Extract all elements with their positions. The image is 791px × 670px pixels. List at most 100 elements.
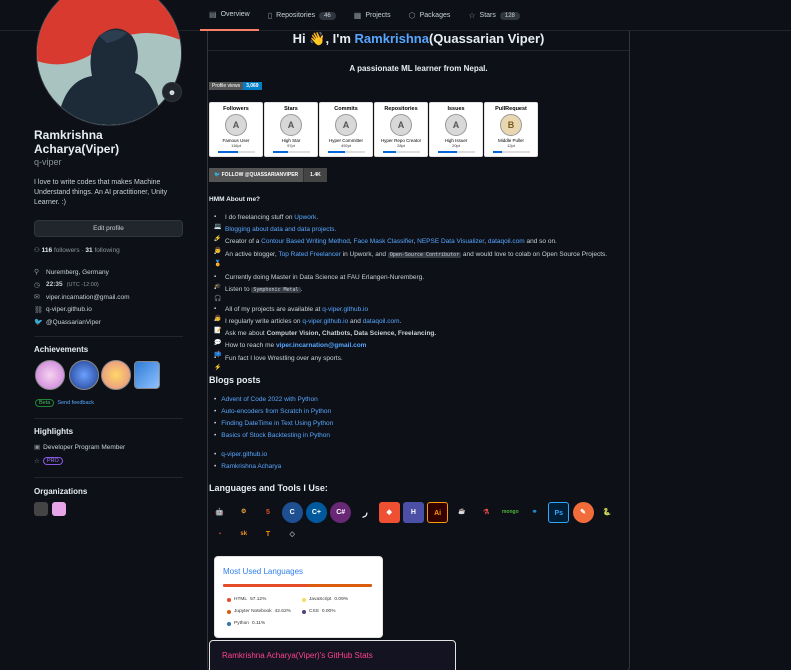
scikit-learn-icon[interactable]: sk bbox=[233, 524, 254, 545]
trophy-title: Issues bbox=[447, 106, 465, 112]
projects-site-link[interactable]: q-viper.github.io bbox=[322, 306, 368, 313]
beta-label: Beta bbox=[35, 399, 55, 407]
trophy-points: 116pt bbox=[231, 143, 241, 148]
achievement-quickdraw-badge[interactable] bbox=[101, 360, 131, 390]
email-link[interactable]: viper.incarnation@gmail.com bbox=[46, 294, 130, 301]
git-icon[interactable]: ◆ bbox=[378, 502, 400, 523]
profile-link[interactable]: Ramkrishna Acharya bbox=[221, 463, 281, 470]
cplusplus-icon[interactable]: C+ bbox=[305, 502, 327, 523]
html5-icon[interactable]: 5 bbox=[257, 502, 278, 523]
html-color-dot bbox=[227, 597, 231, 602]
trophy-title: Stars bbox=[284, 106, 298, 112]
achievement-pull-shark-badge[interactable] bbox=[134, 361, 160, 389]
css-color-dot bbox=[302, 609, 306, 614]
achievement-yolo-badge[interactable] bbox=[35, 360, 65, 390]
blog-post-link[interactable]: Auto-encoders from Scratch in Python bbox=[221, 408, 331, 415]
greeting-suffix: (Quassarian Viper) bbox=[428, 31, 545, 46]
twitter-icon: 🐦 bbox=[214, 172, 221, 178]
opencv-icon[interactable]: ⚭ bbox=[524, 502, 545, 523]
project-link[interactable]: dataqoil.com bbox=[488, 238, 525, 245]
python-color-dot bbox=[227, 621, 231, 626]
heroku-icon[interactable]: H bbox=[402, 502, 424, 523]
set-status-button[interactable]: ☻ bbox=[162, 82, 182, 102]
achievement-arctic-badge[interactable] bbox=[69, 360, 99, 390]
upwork-link[interactable]: Upwork bbox=[294, 214, 316, 221]
following-count[interactable]: 31 bbox=[85, 247, 92, 254]
illustrator-icon[interactable]: Ai bbox=[427, 502, 449, 523]
language-item: Python 0.11% bbox=[227, 621, 265, 626]
followers-label[interactable]: followers bbox=[54, 247, 80, 254]
blog-post-link[interactable]: Finding DateTime in Text Using Python bbox=[221, 420, 333, 427]
edit-profile-button[interactable]: Edit profile bbox=[34, 220, 183, 237]
tensorflow-icon[interactable]: T bbox=[257, 524, 278, 545]
test-tube-icon[interactable]: ⚗ bbox=[476, 502, 497, 523]
tab-label: Stars bbox=[479, 12, 496, 19]
tab-label: Packages bbox=[419, 12, 451, 19]
lang-name: CSS bbox=[309, 609, 319, 614]
site-link[interactable]: q-viper.github.io bbox=[221, 451, 267, 458]
views-count: 3,069 bbox=[243, 82, 262, 90]
tab-repositories[interactable]: ▯ Repositories 46 bbox=[259, 0, 345, 31]
send-feedback-link[interactable]: Send feedback bbox=[57, 400, 94, 406]
tab-overview[interactable]: ▤ Overview bbox=[200, 0, 259, 31]
twitter-follow-badge[interactable]: 🐦 FOLLOW @QUASSARIANVIPER 1.4K bbox=[209, 168, 327, 182]
blog-post-link[interactable]: Advent of Code 2022 with Python bbox=[221, 396, 317, 403]
pytorch-icon[interactable]: ◔ bbox=[209, 524, 230, 545]
csharp-icon[interactable]: C# bbox=[330, 502, 352, 523]
website-link[interactable]: q-viper.github.io bbox=[46, 306, 92, 313]
blog-post-link[interactable]: Basics of Stock Backtesting in Python bbox=[221, 432, 330, 439]
dataqoil-link[interactable]: dataqoil.com bbox=[363, 318, 400, 325]
mail-icon: ✉ bbox=[34, 294, 40, 302]
tab-packages[interactable]: ⬡ Packages bbox=[400, 0, 460, 31]
unity-icon[interactable]: ◇ bbox=[282, 524, 303, 545]
cursor-icon[interactable]: ◞ bbox=[354, 502, 375, 523]
about-item: ▪ ⚡ Fun fact I love Wrestling over any sp… bbox=[214, 354, 624, 373]
c-language-icon[interactable]: C bbox=[281, 502, 303, 523]
stars-count-badge: 128 bbox=[499, 11, 520, 20]
lang-percent: 57.12% bbox=[250, 597, 267, 602]
location-text: Nuremberg, Germany bbox=[46, 268, 109, 276]
twitter-icon: 🐦 bbox=[34, 319, 43, 327]
trophy-cup-icon: A bbox=[335, 114, 357, 136]
project-link[interactable]: NEPSE Data Visualizer bbox=[417, 238, 484, 245]
blender-icon[interactable]: ⚙ bbox=[233, 502, 254, 523]
android-icon[interactable]: 🤖 bbox=[209, 502, 230, 523]
mongodb-icon[interactable]: mongo bbox=[500, 502, 521, 523]
avatar[interactable] bbox=[36, 0, 182, 126]
book-icon: ▤ bbox=[209, 10, 217, 19]
tab-stars[interactable]: ☆ Stars 128 bbox=[459, 0, 529, 31]
language-item: CSS 0.00% bbox=[302, 609, 335, 614]
tab-projects[interactable]: ▦ Projects bbox=[345, 0, 400, 31]
project-link[interactable]: Contour Based Writing Method bbox=[261, 238, 350, 245]
trophy-cup-icon: A bbox=[445, 114, 467, 136]
greeting-name-link[interactable]: Ramkrishna bbox=[355, 31, 429, 46]
trophy-title: PullRequest bbox=[495, 106, 527, 112]
open-source-code: Open-Source Contributor bbox=[387, 252, 462, 258]
trophy-points: 12pt bbox=[507, 143, 515, 148]
project-link[interactable]: Face Mask Classifier bbox=[354, 238, 414, 245]
javascript-color-dot bbox=[302, 597, 306, 602]
articles-link[interactable]: q-viper.github.io bbox=[302, 318, 348, 325]
photoshop-icon[interactable]: Ps bbox=[548, 502, 570, 523]
lang-name: Jupyter Notebook bbox=[234, 609, 272, 614]
postman-icon[interactable]: ✎ bbox=[572, 502, 594, 523]
organization-avatar[interactable] bbox=[52, 502, 66, 516]
profile-views-badge: Profile views 3,069 bbox=[209, 82, 262, 90]
heading-divider bbox=[208, 50, 629, 51]
language-bar-segment bbox=[223, 584, 309, 587]
repo-icon: ▯ bbox=[267, 11, 273, 20]
python-icon[interactable]: 🐍 bbox=[597, 502, 618, 523]
tab-label: Repositories bbox=[276, 12, 316, 19]
freelancer-link[interactable]: Top Rated Freelancer bbox=[278, 251, 341, 258]
twitter-link[interactable]: @QuassarianViper bbox=[46, 319, 101, 326]
email-link[interactable]: viper.incarnation@gmail.com bbox=[276, 342, 367, 349]
trophy-cup-icon: A bbox=[390, 114, 412, 136]
followers-count[interactable]: 116 bbox=[42, 247, 53, 254]
following-label[interactable]: following bbox=[94, 247, 119, 254]
about-heading: HMM About me? bbox=[209, 196, 261, 203]
trophy-title: Followers bbox=[223, 106, 249, 112]
readme-subtitle: A passionate ML learner from Nepal. bbox=[349, 64, 488, 73]
java-icon[interactable]: ☕ bbox=[451, 502, 472, 523]
organization-avatar[interactable] bbox=[34, 502, 48, 516]
profile-name: Ramkrishna Acharya(Viper) bbox=[34, 128, 120, 156]
